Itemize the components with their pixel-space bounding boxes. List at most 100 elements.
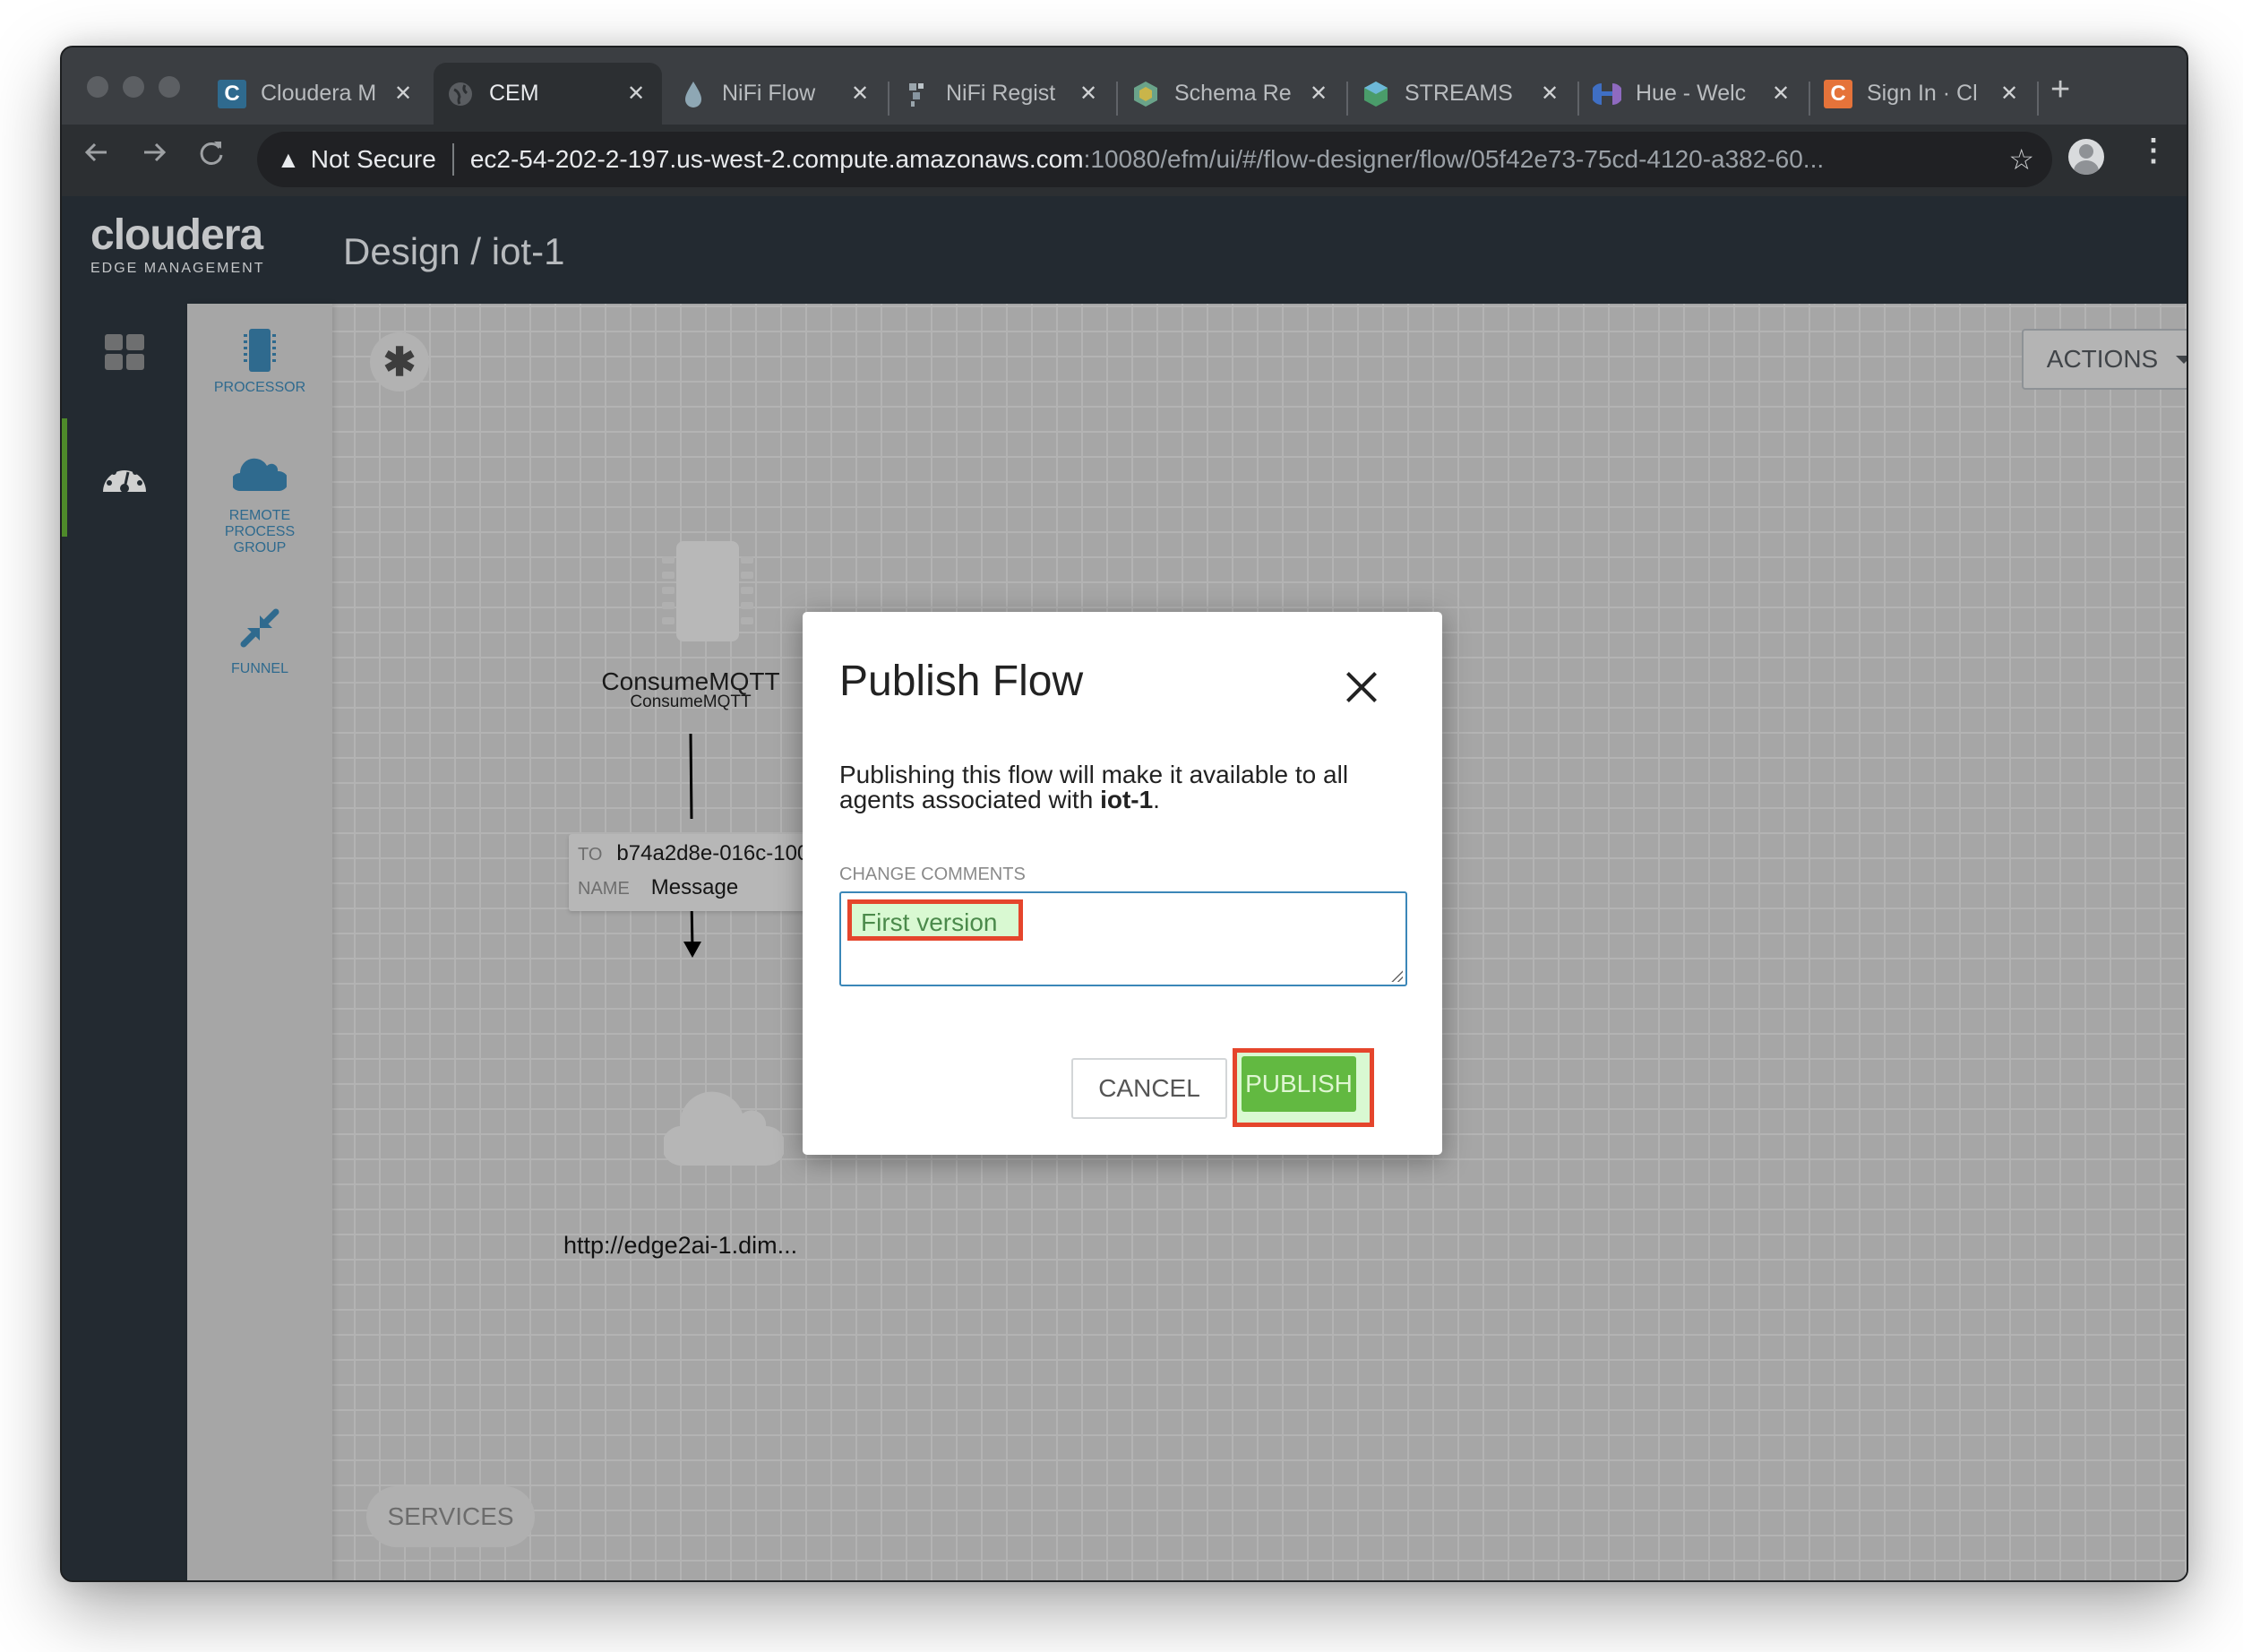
- palette-label: FUNNEL: [230, 661, 288, 676]
- processor-chip-icon: [662, 541, 753, 641]
- tab-streams[interactable]: STREAMS ✕: [1349, 63, 1576, 125]
- resize-grip-icon[interactable]: [1390, 969, 1403, 982]
- url-text[interactable]: ec2-54-202-2-197.us-west-2.compute.amazo…: [470, 145, 1824, 174]
- tab-separator: [1346, 82, 1348, 116]
- publish-flow-dialog: Publish Flow Publishing this flow will m…: [803, 612, 1442, 1155]
- new-tab-button[interactable]: +: [2050, 73, 2070, 107]
- palette-funnel[interactable]: FUNNEL: [187, 607, 332, 677]
- processor-icon: [244, 329, 276, 372]
- tab-sign-in[interactable]: C Sign In · Cl ✕: [1811, 63, 2035, 125]
- description-agent-class: iot-1: [1100, 786, 1154, 813]
- reload-icon: [200, 142, 223, 165]
- services-button[interactable]: SERVICES: [366, 1486, 535, 1547]
- tab-label: STREAMS: [1405, 81, 1513, 106]
- address-separator: [451, 143, 454, 176]
- tab-nifi-registry[interactable]: NiFi Regist ✕: [890, 63, 1114, 125]
- tab-separator: [1809, 82, 1810, 116]
- actions-label: ACTIONS: [2046, 345, 2159, 373]
- tab-close-icon[interactable]: ✕: [846, 81, 873, 107]
- tab-schema-registry[interactable]: Schema Re ✕: [1119, 63, 1345, 125]
- funnel-icon: [240, 608, 279, 648]
- caret-down-icon: [2176, 355, 2187, 364]
- canvas-settings-asterisk-icon[interactable]: ✱: [370, 332, 429, 391]
- remote-process-group-node[interactable]: [661, 1080, 786, 1174]
- grid-icon: [105, 334, 144, 370]
- change-comments-label: CHANGE COMMENTS: [839, 865, 1026, 884]
- active-nav-indicator: [62, 418, 67, 537]
- tab-hue[interactable]: Hue - Welc ✕: [1580, 63, 1807, 125]
- description-suffix: .: [1153, 786, 1160, 813]
- app-header: cloudera EDGE MANAGEMENT Design / iot-1: [62, 196, 2187, 304]
- publish-label: PUBLISH: [1245, 1070, 1353, 1097]
- palette-processor[interactable]: PROCESSOR: [187, 327, 332, 396]
- cancel-label: CANCEL: [1098, 1074, 1200, 1102]
- streams-favicon-icon: [1362, 80, 1390, 108]
- browser-menu-icon[interactable]: ⋮: [2138, 135, 2169, 166]
- browser-toolbar: ▲ Not Secure ec2-54-202-2-197.us-west-2.…: [62, 125, 2187, 196]
- forward-button[interactable]: [139, 137, 169, 176]
- palette-label: PROCESSOR: [213, 380, 306, 395]
- component-palette: PROCESSOR REMOTE PROCESS GROUP FUNNEL: [187, 304, 332, 1580]
- tab-separator: [2037, 82, 2039, 116]
- tab-cloudera-manager[interactable]: C Cloudera M ✕: [205, 63, 429, 125]
- services-label: SERVICES: [387, 1502, 514, 1530]
- cloudera-logo[interactable]: cloudera EDGE MANAGEMENT: [90, 214, 264, 277]
- logo-brand: cloudera: [90, 211, 263, 259]
- tab-label: NiFi Regist: [946, 81, 1056, 106]
- reload-button[interactable]: [196, 137, 227, 176]
- logo-subtitle: EDGE MANAGEMENT: [90, 261, 265, 276]
- window-close-button[interactable]: [87, 76, 108, 98]
- tab-strip: C Cloudera M ✕ CEM ✕ NiFi Flow ✕ NiFi Re…: [62, 47, 2187, 125]
- tab-label: CEM: [489, 81, 539, 106]
- tab-separator: [1116, 82, 1118, 116]
- url-host: ec2-54-202-2-197.us-west-2.compute.amazo…: [469, 145, 1084, 173]
- processor-type: ConsumeMQTT: [630, 693, 752, 711]
- tab-label: Cloudera M: [261, 81, 377, 106]
- page-title: Design / iot-1: [343, 230, 565, 272]
- tab-close-icon[interactable]: ✕: [1536, 81, 1563, 107]
- window-zoom-button[interactable]: [159, 76, 180, 98]
- tab-separator: [888, 82, 889, 116]
- dialog-title: Publish Flow: [839, 658, 1084, 705]
- nifi-drop-favicon-icon: [679, 80, 708, 108]
- tab-close-icon[interactable]: ✕: [1075, 81, 1102, 107]
- dashboard-gauge-icon: [103, 464, 146, 493]
- actions-dropdown[interactable]: ACTIONS: [2022, 329, 2187, 390]
- tab-close-icon[interactable]: ✕: [1305, 81, 1332, 107]
- cancel-button[interactable]: CANCEL: [1071, 1058, 1227, 1119]
- close-icon[interactable]: [1342, 667, 1381, 707]
- arrow-right-icon: [144, 142, 167, 162]
- connection-name-key: NAME: [578, 879, 630, 899]
- security-label[interactable]: Not Secure: [311, 145, 436, 174]
- back-button[interactable]: [82, 137, 112, 176]
- tab-nifi-flow[interactable]: NiFi Flow ✕: [666, 63, 886, 125]
- arrow-left-icon: [84, 142, 107, 162]
- profile-avatar-icon[interactable]: [2068, 139, 2104, 175]
- hue-favicon-icon: [1593, 80, 1621, 108]
- tab-close-icon[interactable]: ✕: [390, 81, 417, 107]
- tab-close-icon[interactable]: ✕: [1996, 81, 2023, 107]
- tab-close-icon[interactable]: ✕: [1767, 81, 1794, 107]
- tab-label: Sign In · Cl: [1867, 81, 1978, 106]
- bookmark-star-icon[interactable]: ☆: [2008, 142, 2034, 176]
- address-bar[interactable]: ▲ Not Secure ec2-54-202-2-197.us-west-2.…: [257, 132, 2052, 187]
- dialog-description: Publishing this flow will make it availa…: [839, 762, 1413, 813]
- nav-dashboard[interactable]: [101, 329, 148, 375]
- tab-label: Schema Re: [1174, 81, 1292, 106]
- remote-process-group-url: http://edge2ai-1.dim...: [563, 1232, 798, 1259]
- processor-node[interactable]: [658, 537, 757, 649]
- connection-name-value: Message: [650, 875, 739, 899]
- left-nav: [62, 304, 187, 1580]
- window-minimize-button[interactable]: [123, 76, 144, 98]
- nav-flow-designer[interactable]: [101, 452, 148, 499]
- tab-close-icon[interactable]: ✕: [623, 81, 649, 107]
- tab-separator: [1577, 82, 1579, 116]
- change-comments-textarea[interactable]: First version: [839, 891, 1407, 986]
- palette-remote-process-group[interactable]: REMOTE PROCESS GROUP: [187, 453, 332, 556]
- description-text: Publishing this flow will make it availa…: [839, 761, 1349, 813]
- change-comments-value: First version: [861, 908, 998, 936]
- publish-button[interactable]: PUBLISH: [1242, 1056, 1356, 1112]
- schema-registry-favicon-icon: [1131, 80, 1160, 108]
- tab-cem[interactable]: CEM ✕: [434, 63, 662, 125]
- cloudera-orange-favicon-icon: C: [1824, 79, 1852, 108]
